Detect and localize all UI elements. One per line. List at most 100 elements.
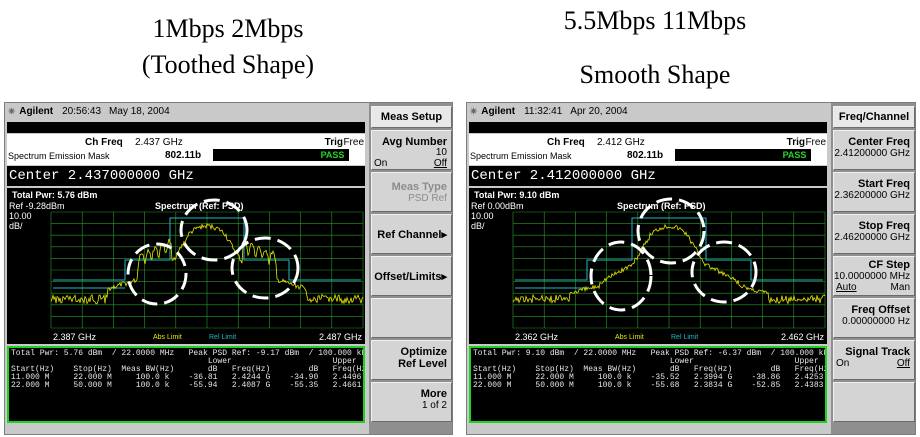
- ref-level-label: Ref Level: [398, 358, 447, 370]
- left-info-bar: Ch Freq 2.437 GHz Trig Free Spectrum Emi…: [7, 134, 365, 165]
- annotation-circle-left: [589, 240, 653, 312]
- trig-value: Free: [805, 137, 826, 148]
- cf-step-man: Man: [890, 282, 910, 293]
- pass-badge: PASS: [778, 149, 811, 161]
- ch-freq-value: 2.437 GHz: [135, 137, 183, 148]
- radio-standard: 802.11b: [627, 150, 664, 161]
- table-row: 22.000 M 50.000 M 100.0 k -55.94 2.4087 …: [11, 381, 365, 390]
- signal-track-softkey[interactable]: Signal Track On Off: [833, 340, 915, 380]
- signal-track-label: Signal Track: [845, 346, 910, 358]
- x-start-label: 2.362 GHz: [515, 332, 559, 342]
- right-spectrum-display: Total Pwr: 9.10 dBm Ref 0.00dBm 10.00 dB…: [469, 188, 827, 344]
- cf-step-softkey[interactable]: CF Step 10.0000000 MHz Auto Man: [833, 256, 915, 296]
- left-spectrum-display: Total Pwr: 5.76 dBm Ref -9.28dBm 10.00 d…: [7, 188, 365, 344]
- clock-time: 11:32:41: [524, 106, 563, 117]
- agilent-spark-icon: ✷: [469, 106, 479, 118]
- scale-readout: 10.00: [471, 211, 494, 221]
- optimize-label: Optimize: [400, 346, 447, 358]
- stop-freq-value: 2.46200000 GHz: [834, 232, 910, 243]
- x-start-label: 2.387 GHz: [53, 332, 97, 342]
- center-freq-softkey[interactable]: Center Freq 2.41200000 GHz: [833, 130, 915, 170]
- right-analyzer-panel: ✷ Agilent 11:32:41 Apr 20, 2004 Ch Freq …: [466, 102, 916, 435]
- meas-type-value: PSD Ref: [408, 193, 447, 204]
- right-title-bar: ✷ Agilent 11:32:41 Apr 20, 2004: [467, 103, 628, 120]
- optimize-ref-level-softkey[interactable]: Optimize Ref Level: [371, 340, 452, 380]
- graticule: [50, 211, 364, 329]
- ch-freq-label: Ch Freq: [85, 137, 123, 148]
- avg-on: On: [374, 158, 388, 169]
- ch-freq-label: Ch Freq: [547, 137, 585, 148]
- scale-readout: 10.00: [9, 211, 32, 221]
- radio-standard: 802.11b: [165, 150, 202, 161]
- blank-softkey[interactable]: [371, 298, 452, 338]
- status-field: [213, 149, 316, 161]
- message-bar: [7, 122, 365, 133]
- abs-limit-legend: Abs Limit: [153, 334, 182, 341]
- clock-date: Apr 20, 2004: [570, 106, 628, 117]
- left-caption-line1: 1Mbps 2Mbps: [152, 14, 304, 43]
- start-freq-label: Start Freq: [858, 178, 910, 190]
- right-caption-line2: Smooth Shape: [579, 60, 731, 89]
- meas-type-softkey[interactable]: Meas Type PSD Ref: [371, 172, 452, 212]
- rel-limit-legend: Rel Limit: [209, 334, 236, 341]
- start-freq-softkey[interactable]: Start Freq 2.36200000 GHz: [833, 172, 915, 212]
- rel-limit-legend: Rel Limit: [671, 334, 698, 341]
- menu-title-freq-channel: Freq/Channel: [833, 106, 915, 128]
- ref-channel-label: Ref Channel▸: [377, 229, 447, 241]
- blank-softkey[interactable]: [833, 382, 915, 422]
- start-freq-value: 2.36200000 GHz: [834, 190, 910, 201]
- abs-limit-legend: Abs Limit: [615, 334, 644, 341]
- cf-step-label: CF Step: [868, 259, 910, 271]
- scale-unit: dB/: [9, 221, 23, 231]
- annotation-circle-left: [126, 242, 188, 306]
- cf-step-auto: Auto: [836, 282, 857, 293]
- left-caption-line2: (Toothed Shape): [141, 50, 315, 79]
- offset-limits-label: Offset/Limits▸: [374, 271, 447, 283]
- brand-logo: Agilent: [19, 106, 54, 117]
- stop-freq-softkey[interactable]: Stop Freq 2.46200000 GHz: [833, 214, 915, 254]
- right-results-table: Total Pwr: 9.10 dBm / 22.0000 MHz Peak P…: [469, 346, 827, 423]
- menu-title-meas-setup: Meas Setup: [371, 106, 452, 128]
- freq-offset-softkey[interactable]: Freq Offset 0.00000000 Hz: [833, 298, 915, 338]
- center-frequency-bar: Center 2.437000000 GHz: [7, 166, 365, 186]
- avg-number-value: 10: [435, 147, 447, 158]
- x-stop-label: 2.462 GHz: [781, 332, 825, 342]
- scale-unit: dB/: [471, 221, 485, 231]
- ref-channel-softkey[interactable]: Ref Channel▸: [371, 214, 452, 254]
- total-power-readout: Total Pwr: 9.10 dBm: [474, 190, 559, 200]
- clock-time: 20:56:43: [62, 106, 102, 117]
- message-bar: [469, 122, 827, 133]
- trig-label: Trig: [786, 137, 805, 148]
- signal-track-off: Off: [896, 358, 910, 369]
- stop-freq-label: Stop Freq: [858, 220, 910, 232]
- center-freq-value: 2.41200000 GHz: [834, 148, 910, 159]
- meas-type-label: Meas Type: [391, 181, 447, 193]
- center-freq-label: Center Freq: [848, 136, 910, 148]
- freq-offset-value: 0.00000000 Hz: [842, 316, 910, 327]
- ref-level-readout: Ref 0.00dBm: [471, 201, 524, 211]
- brand-logo: Agilent: [481, 106, 516, 117]
- avg-off: Off: [433, 158, 447, 169]
- left-softkey-menu: Meas Setup Avg Number 10 On Off Meas Type…: [369, 103, 452, 434]
- left-results-table: Total Pwr: 5.76 dBm / 22.0000 MHz Peak P…: [7, 346, 365, 423]
- more-page-indicator: 1 of 2: [421, 400, 447, 411]
- pass-badge: PASS: [316, 149, 349, 161]
- trig-label: Trig: [324, 137, 343, 148]
- measurement-mode: Spectrum Emission Mask: [470, 151, 572, 161]
- offset-limits-softkey[interactable]: Offset/Limits▸: [371, 256, 452, 296]
- more-softkey[interactable]: More 1 of 2: [371, 382, 452, 422]
- cf-step-value: 10.0000000 MHz: [834, 271, 911, 282]
- ref-level-readout: Ref -9.28dBm: [9, 201, 65, 211]
- graticule: [512, 211, 826, 329]
- table-row: 22.000 M 50.000 M 100.0 k -55.68 2.3834 …: [473, 381, 827, 390]
- clock-date: May 18, 2004: [109, 106, 170, 117]
- total-power-readout: Total Pwr: 5.76 dBm: [12, 190, 97, 200]
- freq-offset-label: Freq Offset: [851, 304, 910, 316]
- status-field: [675, 149, 778, 161]
- right-caption-line1: 5.5Mbps 11Mbps: [563, 6, 747, 35]
- agilent-spark-icon: ✷: [7, 106, 17, 118]
- left-title-bar: ✷ Agilent 20:56:43 May 18, 2004: [5, 103, 170, 120]
- trig-value: Free: [343, 137, 364, 148]
- center-frequency-bar: Center 2.412000000 GHz: [469, 166, 827, 186]
- avg-number-softkey[interactable]: Avg Number 10 On Off: [371, 130, 452, 170]
